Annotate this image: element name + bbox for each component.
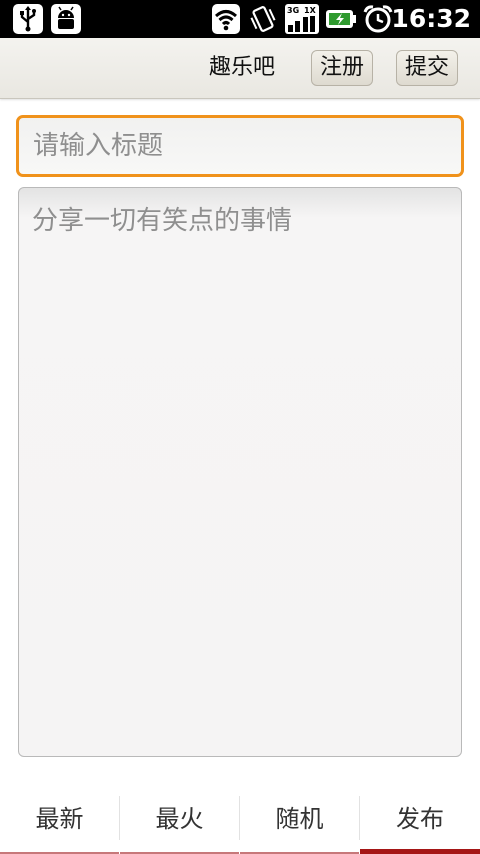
svg-text:3G: 3G xyxy=(287,6,299,15)
title-input[interactable] xyxy=(16,115,464,177)
status-time: 16:32 xyxy=(391,4,471,33)
wifi-icon xyxy=(212,4,240,34)
app-title: 趣乐吧 xyxy=(208,55,275,80)
content-textarea[interactable] xyxy=(18,187,462,757)
svg-text:1X: 1X xyxy=(304,6,317,15)
android-debug-icon xyxy=(51,4,81,34)
tab-random[interactable]: 随机 xyxy=(240,796,359,854)
signal-3g-1x-icon: 3G 1X xyxy=(285,4,319,34)
usb-icon xyxy=(13,4,43,34)
status-bar: 3G 1X 16:32 xyxy=(0,0,480,38)
alarm-clock-icon xyxy=(363,5,393,33)
tab-hottest[interactable]: 最火 xyxy=(120,796,239,854)
title-bar: 趣乐吧 注册 提交 xyxy=(0,38,480,99)
vibrate-icon xyxy=(250,6,276,32)
register-button[interactable]: 注册 xyxy=(311,50,374,86)
bottom-tab-bar: 最新 最火 随机 发布 xyxy=(0,786,480,854)
tab-latest[interactable]: 最新 xyxy=(0,796,119,854)
battery-charging-icon xyxy=(326,10,356,28)
submit-button[interactable]: 提交 xyxy=(396,50,459,86)
tab-publish[interactable]: 发布 xyxy=(360,796,480,854)
